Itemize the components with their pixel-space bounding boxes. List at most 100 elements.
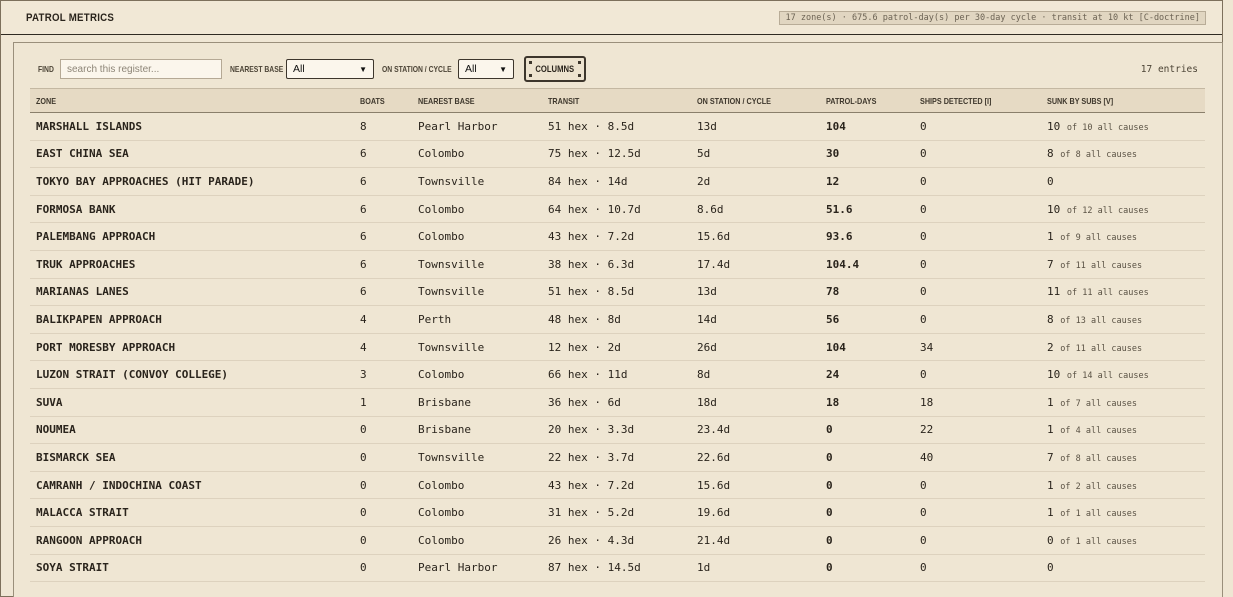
table-row[interactable]: RANGOON APPROACH 0 Colombo 26 hex · 4.3d 21.… bbox=[30, 526, 1205, 554]
ships-detected-cell: 22 bbox=[920, 423, 934, 437]
nearest-base-cell: Pearl Harbor bbox=[418, 119, 498, 133]
on-station-cell: 5d bbox=[697, 147, 711, 161]
column-header-transit[interactable]: TRANSIT bbox=[542, 89, 691, 113]
patrol-days-cell: 0 bbox=[826, 533, 833, 547]
ships-detected-cell: 0 bbox=[920, 368, 927, 382]
table-row[interactable]: NOUMEA 0 Brisbane 20 hex · 3.3d 23.4d 0 22 1 of… bbox=[30, 416, 1205, 444]
nearest-base-cell: Colombo bbox=[418, 533, 465, 547]
sunk-count: 11 bbox=[1047, 285, 1061, 299]
transit-cell: 12 hex · 2d bbox=[548, 340, 621, 354]
column-header-nearest-base[interactable]: NEAREST BASE bbox=[412, 89, 542, 113]
table-row[interactable]: BALIKPAPEN APPROACH 4 Perth 48 hex · 8d 14d 5… bbox=[30, 306, 1205, 334]
boats-cell: 6 bbox=[360, 285, 367, 299]
sunk-of-total: of 13 all causes bbox=[1060, 315, 1143, 326]
table-body: MARSHALL ISLANDS 8 Pearl Harbor 51 hex · 8.… bbox=[30, 113, 1205, 582]
boats-cell: 0 bbox=[360, 423, 367, 437]
table-row[interactable]: BISMARCK SEA 0 Townsville 22 hex · 3.7d 22.6… bbox=[30, 444, 1205, 472]
sunk-by-subs-cell: 1 of 4 all causes bbox=[1041, 416, 1205, 444]
table-row[interactable]: EAST CHINA SEA 6 Colombo 75 hex · 12.5d 5d 30… bbox=[30, 140, 1205, 168]
zone-cell: RANGOON APPROACH bbox=[36, 533, 142, 547]
columns-button[interactable]: COLUMNS bbox=[524, 56, 586, 82]
on-station-cycle-value: All bbox=[465, 63, 477, 75]
table-row[interactable]: PORT MORESBY APPROACH 4 Townsville 12 hex ·… bbox=[30, 333, 1205, 361]
sunk-of-total: of 1 all causes bbox=[1060, 509, 1138, 520]
column-header-ships-detected[interactable]: SHIPS DETECTED [I] bbox=[914, 89, 1041, 113]
nearest-base-cell: Townsville bbox=[418, 285, 485, 299]
corner-dot-icon bbox=[529, 74, 532, 77]
search-input[interactable] bbox=[60, 59, 222, 79]
ships-detected-cell: 0 bbox=[920, 533, 927, 547]
corner-dot-icon bbox=[578, 74, 581, 77]
nearest-base-cell: Pearl Harbor bbox=[418, 561, 498, 575]
nearest-base-cell: Colombo bbox=[418, 368, 465, 382]
boats-cell: 6 bbox=[360, 174, 367, 188]
sunk-of-total: of 11 all causes bbox=[1066, 288, 1149, 299]
zone-cell: MALACCA STRAIT bbox=[36, 506, 129, 520]
nearest-base-cell: Colombo bbox=[418, 202, 465, 216]
transit-cell: 26 hex · 4.3d bbox=[548, 533, 635, 547]
sunk-count: 1 bbox=[1047, 506, 1054, 520]
filter-bar: FIND NEAREST BASE All ▼ ON STATION / CYC… bbox=[38, 55, 1198, 83]
boats-cell: 8 bbox=[360, 119, 367, 133]
nearest-base-cell: Colombo bbox=[418, 230, 465, 244]
sunk-by-subs-cell: 1 of 7 all causes bbox=[1041, 388, 1205, 416]
on-station-cell: 15.6d bbox=[697, 478, 731, 492]
patrol-days-cell: 51.6 bbox=[826, 202, 853, 216]
zone-cell: SUVA bbox=[36, 395, 63, 409]
table-row[interactable]: MARSHALL ISLANDS 8 Pearl Harbor 51 hex · 8.… bbox=[30, 113, 1205, 141]
sunk-count: 2 bbox=[1047, 340, 1054, 354]
sunk-count: 1 bbox=[1047, 395, 1054, 409]
sunk-by-subs-cell: 10 of 12 all causes bbox=[1041, 195, 1205, 223]
sunk-of-total: of 1 all causes bbox=[1060, 536, 1138, 547]
sunk-count: 1 bbox=[1047, 478, 1054, 492]
transit-cell: 64 hex · 10.7d bbox=[548, 202, 641, 216]
table-row[interactable]: CAMRANH / INDOCHINA COAST 0 Colombo 43 hex … bbox=[30, 471, 1205, 499]
sunk-of-total: of 4 all causes bbox=[1060, 426, 1138, 437]
sunk-count: 0 bbox=[1047, 533, 1054, 547]
on-station-cell: 21.4d bbox=[697, 533, 731, 547]
sunk-by-subs-cell: 0 bbox=[1041, 554, 1205, 582]
boats-cell: 1 bbox=[360, 395, 367, 409]
zone-cell: CAMRANH / INDOCHINA COAST bbox=[36, 478, 202, 492]
sunk-by-subs-cell: 11 of 11 all causes bbox=[1041, 278, 1205, 306]
table-row[interactable]: TRUK APPROACHES 6 Townsville 38 hex · 6.3d 1… bbox=[30, 250, 1205, 279]
column-header-zone[interactable]: ZONE bbox=[30, 89, 354, 113]
on-station-cycle-select[interactable]: All ▼ bbox=[458, 59, 514, 79]
transit-cell: 38 hex · 6.3d bbox=[548, 257, 635, 271]
column-header-on-station-cycle[interactable]: ON STATION / CYCLE bbox=[691, 89, 820, 113]
patrol-days-cell: 93.6 bbox=[826, 230, 853, 244]
ships-detected-cell: 0 bbox=[920, 561, 927, 575]
column-header-boats[interactable]: BOATS bbox=[354, 89, 412, 113]
transit-cell: 22 hex · 3.7d bbox=[548, 450, 635, 464]
sunk-by-subs-cell: 1 of 1 all causes bbox=[1041, 499, 1205, 527]
sunk-by-subs-cell: 10 of 10 all causes bbox=[1041, 113, 1205, 141]
table-row[interactable]: MARIANAS LANES 6 Townsville 51 hex · 8.5d 13… bbox=[30, 278, 1205, 306]
column-header-sunk-by-subs[interactable]: SUNK BY SUBS [V] bbox=[1041, 89, 1205, 113]
zone-cell: FORMOSA BANK bbox=[36, 202, 116, 216]
table-row[interactable]: LUZON STRAIT (CONVOY COLLEGE) 3 Colombo 66 … bbox=[30, 361, 1205, 389]
zone-cell: TOKYO BAY APPROACHES (HIT PARADE) bbox=[36, 174, 255, 188]
table-row[interactable]: SOYA STRAIT 0 Pearl Harbor 87 hex · 14.5d 1d… bbox=[30, 554, 1205, 582]
column-header-patrol-days[interactable]: PATROL-DAYS bbox=[820, 89, 914, 113]
transit-cell: 87 hex · 14.5d bbox=[548, 561, 641, 575]
patrol-days-cell: 0 bbox=[826, 506, 833, 520]
table-row[interactable]: SUVA 1 Brisbane 36 hex · 6d 18d 18 18 1 of 7 al… bbox=[30, 388, 1205, 417]
nearest-base-cell: Townsville bbox=[418, 174, 485, 188]
boats-cell: 6 bbox=[360, 147, 367, 161]
transit-cell: 36 hex · 6d bbox=[548, 395, 621, 409]
transit-cell: 75 hex · 12.5d bbox=[548, 147, 641, 161]
sunk-count: 7 bbox=[1047, 257, 1054, 271]
patrol-days-cell: 78 bbox=[826, 285, 840, 299]
patrol-days-cell: 56 bbox=[826, 312, 840, 326]
sunk-of-total: of 2 all causes bbox=[1060, 481, 1138, 492]
transit-cell: 51 hex · 8.5d bbox=[548, 119, 635, 133]
table-row[interactable]: TOKYO BAY APPROACHES (HIT PARADE) 6 Townsv… bbox=[30, 168, 1205, 196]
table-row[interactable]: MALACCA STRAIT 0 Colombo 31 hex · 5.2d 19.6d… bbox=[30, 499, 1205, 527]
table-row[interactable]: FORMOSA BANK 6 Colombo 64 hex · 10.7d 8.6d 51… bbox=[30, 195, 1205, 223]
sunk-of-total: of 10 all causes bbox=[1066, 122, 1149, 133]
ships-detected-cell: 18 bbox=[920, 395, 934, 409]
nearest-base-value: All bbox=[293, 63, 305, 75]
nearest-base-select[interactable]: All ▼ bbox=[286, 59, 374, 79]
table-row[interactable]: PALEMBANG APPROACH 6 Colombo 43 hex · 7.2d 1… bbox=[30, 223, 1205, 251]
sunk-by-subs-cell: 8 of 13 all causes bbox=[1041, 306, 1205, 334]
